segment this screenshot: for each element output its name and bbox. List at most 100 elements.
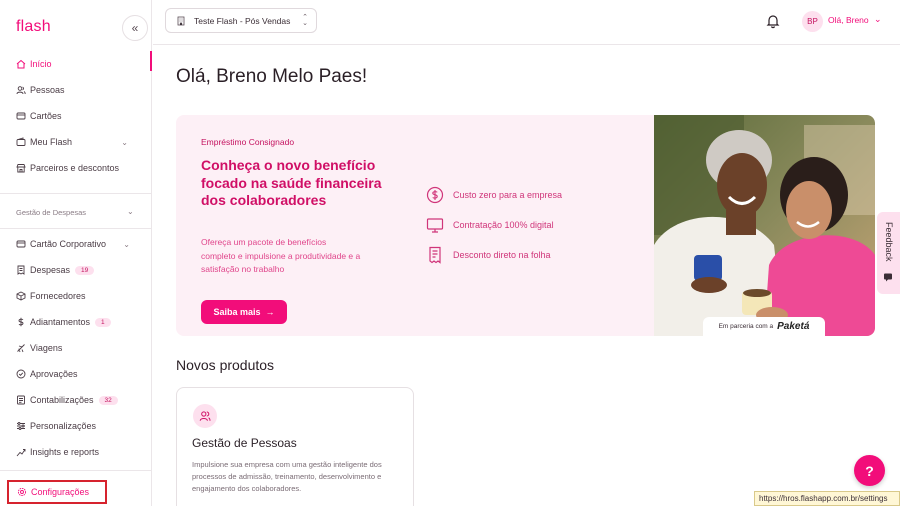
button-label: Saiba mais [213,307,261,317]
page-title: Olá, Breno Melo Paes! [176,66,368,87]
benefit-item: Contratação 100% digital [426,216,554,234]
chevron-down-icon[interactable]: ⌄ [874,14,882,25]
sidebar-item-label: Cartão Corporativo [30,239,107,249]
banner-eyebrow: Empréstimo Consignado [201,137,295,147]
sidebar-item-label: Início [30,59,52,69]
product-description: Impulsione sua empresa com uma gestão in… [192,460,382,493]
benefit-label: Contratação 100% digital [453,220,554,230]
benefit-item: Desconto direto na folha [426,246,551,264]
count-badge: 32 [98,395,118,405]
people-icon [16,85,26,95]
sidebar-item-label: Meu Flash [30,137,73,147]
section-label-expenses: Gestão de Despesas [16,208,87,217]
product-card[interactable]: Gestão de Pessoas Impulsione sua empresa… [176,387,414,506]
company-selector[interactable]: Teste Flash - Pós Vendas ⌃ ⌄ [165,8,317,33]
monitor-icon [426,216,444,234]
chat-icon [884,273,892,282]
promo-banner: Empréstimo Consignado Conheça o novo ben… [176,115,875,336]
status-bar-url: https://hros.flashapp.com.br/settings [754,491,900,506]
partner-prefix: Em parceria com a [718,323,774,330]
benefit-label: Desconto direto na folha [453,250,551,260]
wallet-icon [16,137,26,147]
sidebar-item-label: Adiantamentos [30,317,91,327]
box-icon [16,291,26,301]
chevron-updown-icon: ⌃ ⌄ [302,13,308,27]
count-badge: 1 [95,317,111,327]
sidebar: flash « Início Pessoas Cartões Meu Flash… [0,0,152,506]
sidebar-item-aprovacoes[interactable]: Aprovações [0,361,152,387]
plane-icon [16,343,26,353]
product-title: Gestão de Pessoas [192,436,297,450]
feedback-label[interactable]: Feedback [884,222,894,262]
nav-expenses: Cartão Corporativo ⌄ Despesas 19 Fornece… [0,231,152,465]
chevron-down-icon[interactable]: ⌄ [127,207,134,216]
count-badge: 19 [75,265,95,275]
sidebar-item-label: Contabilizações [30,395,94,405]
chevron-down-icon: ⌄ [121,137,128,147]
receipt-icon [16,265,26,275]
home-icon [16,59,26,69]
sidebar-item-label: Despesas [30,265,71,275]
top-bar: Teste Flash - Pós Vendas ⌃ ⌄ BP Olá, Bren… [153,0,900,45]
sidebar-item-label: Parceiros e descontos [30,163,120,173]
help-button[interactable]: ? [854,455,885,486]
gear-icon [17,487,27,497]
sidebar-item-insights[interactable]: Insights e reports [0,439,152,465]
card-icon [16,111,26,121]
section-title-new-products: Novos produtos [176,357,275,373]
nav-main: Início Pessoas Cartões Meu Flash ⌄ Parce… [0,51,152,181]
banner-photo: Em parceria com a Paketá [654,115,875,336]
document-icon [426,246,444,264]
sliders-icon [16,421,26,431]
partner-tag: Em parceria com a Paketá [703,317,825,336]
banner-description: Ofereça um pacote de benefícios completo… [201,237,361,274]
sidebar-item-cartao-corporativo[interactable]: Cartão Corporativo ⌄ [0,231,152,257]
sidebar-item-viagens[interactable]: Viagens [0,335,152,361]
avatar[interactable]: BP [802,11,823,32]
benefit-item: Custo zero para a empresa [426,186,562,204]
building-icon [176,16,186,26]
check-circle-icon [16,369,26,379]
collapse-sidebar-button[interactable]: « [122,15,148,41]
paketa-logo: Paketá [777,321,810,332]
people-icon [193,404,217,428]
sidebar-item-cartoes[interactable]: Cartões [0,103,152,129]
flash-logo[interactable]: flash [16,18,51,36]
sidebar-item-label: Aprovações [30,369,78,379]
sidebar-divider [0,470,152,471]
ledger-icon [16,395,26,405]
dollar-icon [16,317,26,327]
sidebar-item-pessoas[interactable]: Pessoas [0,77,152,103]
sidebar-divider [0,228,152,229]
store-icon [16,163,26,173]
chart-icon [16,447,26,457]
user-menu[interactable]: Olá, Breno [828,15,869,25]
dollar-circle-icon [426,186,444,204]
chevron-down-icon: ⌄ [123,239,130,249]
sidebar-item-inicio[interactable]: Início [0,51,152,77]
sidebar-item-label: Insights e reports [30,447,100,457]
sidebar-item-configuracoes[interactable]: Configurações [7,480,107,504]
sidebar-item-fornecedores[interactable]: Fornecedores [0,283,152,309]
sidebar-divider [0,193,152,194]
company-name: Teste Flash - Pós Vendas [194,15,291,26]
banner-title: Conheça o novo benefício focado na saúde… [201,157,382,208]
sidebar-item-label: Cartões [30,111,62,121]
arrow-right-icon: → [265,307,275,317]
card-icon [16,239,26,249]
learn-more-button[interactable]: Saiba mais → [201,300,287,324]
sidebar-item-adiantamentos[interactable]: Adiantamentos 1 [0,309,152,335]
sidebar-item-label: Pessoas [30,85,65,95]
bell-icon[interactable] [765,13,781,29]
sidebar-item-meu-flash[interactable]: Meu Flash ⌄ [0,129,152,155]
benefit-label: Custo zero para a empresa [453,190,563,200]
sidebar-item-parceiros[interactable]: Parceiros e descontos [0,155,152,181]
sidebar-item-label: Fornecedores [30,291,86,301]
sidebar-item-contabilizacoes[interactable]: Contabilizações 32 [0,387,152,413]
sidebar-item-label: Viagens [30,343,63,353]
sidebar-item-despesas[interactable]: Despesas 19 [0,257,152,283]
two-women-smiling-image [654,115,875,336]
sidebar-item-personalizacoes[interactable]: Personalizações [0,413,152,439]
sidebar-item-label: Configurações [31,487,90,497]
sidebar-item-label: Personalizações [30,421,97,431]
